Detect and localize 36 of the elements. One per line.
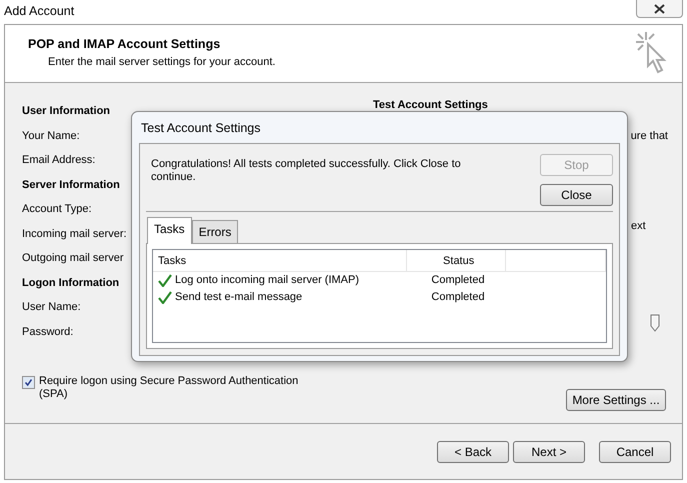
section-heading: Test Account Settings bbox=[373, 99, 488, 111]
field-label: Email Address: bbox=[22, 154, 96, 166]
field-label: Account Type: bbox=[22, 203, 92, 215]
task-name: Send test e-mail message bbox=[175, 290, 302, 305]
tab[interactable]: Tasks bbox=[147, 216, 192, 244]
close-button[interactable] bbox=[636, 0, 683, 18]
task-name: Log onto incoming mail server (IMAP) bbox=[175, 272, 360, 288]
field-label: Outgoing mail server bbox=[22, 252, 124, 264]
field-label: Your Name: bbox=[22, 130, 80, 142]
description-text: ure that bbox=[630, 130, 668, 142]
page-subtitle: Enter the mail server settings for your account. bbox=[48, 54, 276, 70]
field-label: User Name: bbox=[22, 301, 81, 313]
column-header[interactable]: Tasks bbox=[153, 250, 407, 271]
section-heading: User Information bbox=[22, 105, 110, 117]
footer-button[interactable]: Next > bbox=[513, 440, 585, 462]
slider-thumb-icon bbox=[650, 314, 660, 332]
label-text: ext bbox=[631, 220, 646, 232]
status-message: Congratulations! All tests completed successfully. Click Close to continue. bbox=[150, 156, 462, 185]
column-header[interactable]: Status bbox=[406, 250, 506, 271]
checkbox-label: Require logon using Secure Password Authentication (SPA) bbox=[39, 375, 300, 401]
footer-button[interactable]: Cancel bbox=[599, 440, 671, 462]
close-icon bbox=[654, 4, 665, 14]
dialog-button[interactable]: Close bbox=[540, 184, 613, 206]
field-label: Incoming mail server: bbox=[22, 228, 127, 240]
page-title: POP and IMAP Account Settings bbox=[28, 36, 222, 53]
section-heading: Logon Information bbox=[22, 276, 120, 288]
section-heading: Server Information bbox=[22, 178, 120, 190]
more-settings-button[interactable]: More Settings ... bbox=[566, 389, 666, 411]
dialog-title: Test Account Settings bbox=[141, 120, 262, 137]
checkbox[interactable] bbox=[22, 376, 35, 389]
footer-button[interactable]: < Back bbox=[437, 440, 509, 462]
task-status: Completed bbox=[431, 274, 485, 286]
task-status: Completed bbox=[431, 290, 485, 303]
window-title: Add Account bbox=[4, 3, 74, 20]
tab[interactable]: Errors bbox=[192, 220, 238, 243]
field-label: Password: bbox=[22, 326, 74, 338]
